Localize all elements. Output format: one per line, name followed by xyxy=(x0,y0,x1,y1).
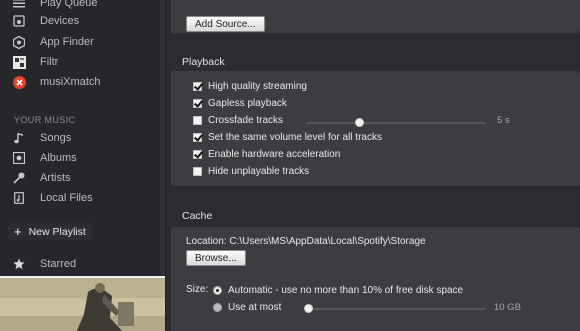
option-label: Automatic - use no more than 10% of free… xyxy=(228,284,464,296)
your-music-heading: YOUR MUSIC xyxy=(14,115,76,125)
new-playlist-button[interactable]: + New Playlist xyxy=(8,223,92,240)
hardware-acceleration-checkbox[interactable] xyxy=(193,149,202,159)
cache-size-label: Size: xyxy=(186,284,209,295)
album-art-image xyxy=(0,278,165,331)
crossfade-slider-track[interactable] xyxy=(306,122,486,124)
sidebar-item-label: musiXmatch xyxy=(40,76,101,88)
playback-section-title: Playback xyxy=(182,56,225,68)
disc-icon xyxy=(12,151,26,165)
microphone-icon xyxy=(12,171,26,185)
sidebar-item-songs[interactable]: Songs xyxy=(0,128,160,148)
sidebar-item-label: Filtr xyxy=(40,56,59,68)
sidebar-item-label: Local Files xyxy=(40,192,93,204)
sidebar-item-app-finder[interactable]: App Finder xyxy=(0,32,160,52)
crossfade-tracks-checkbox[interactable] xyxy=(193,115,202,125)
sidebar-item-devices[interactable]: Devices xyxy=(0,11,160,31)
cache-size-value: 10 GB xyxy=(494,302,521,313)
speaker-icon xyxy=(12,14,26,28)
option-label: Gapless playback xyxy=(208,97,287,109)
hide-unplayable-option[interactable]: Hide unplayable tracks xyxy=(193,164,309,178)
cache-automatic-option[interactable]: Automatic - use no more than 10% of free… xyxy=(213,283,463,297)
high-quality-streaming-option[interactable]: High quality streaming xyxy=(193,79,307,93)
hardware-acceleration-option[interactable]: Enable hardware acceleration xyxy=(193,147,340,161)
add-source-button[interactable]: Add Source... xyxy=(186,16,265,32)
file-icon xyxy=(12,191,26,205)
star-icon xyxy=(12,257,26,271)
gapless-playback-checkbox[interactable] xyxy=(193,98,202,108)
cache-panel: Location: C:\Users\MS\AppData\Local\Spot… xyxy=(171,227,580,331)
sidebar-item-artists[interactable]: Artists xyxy=(0,168,160,188)
cache-use-at-most-option[interactable]: Use at most xyxy=(213,300,281,314)
sidebar-item-label: Songs xyxy=(40,132,72,144)
sidebar-item-label: Devices xyxy=(40,15,80,27)
same-volume-checkbox[interactable] xyxy=(193,132,202,142)
sidebar-item-label: App Finder xyxy=(40,36,94,48)
new-playlist-label: New Playlist xyxy=(28,225,86,238)
playback-panel: High quality streaming Gapless playback … xyxy=(171,71,580,186)
sidebar-item-label: Albums xyxy=(40,152,77,164)
sidebar-item-local-files[interactable]: Local Files xyxy=(0,188,160,208)
hexagon-icon xyxy=(12,35,26,49)
crossfade-value: 5 s xyxy=(497,115,510,126)
cache-size-slider-handle[interactable] xyxy=(304,304,313,313)
option-label: Crossfade tracks xyxy=(208,114,284,126)
local-files-panel: Add Source... xyxy=(171,0,580,33)
sidebar-item-label: Starred xyxy=(40,258,77,270)
option-label: High quality streaming xyxy=(208,80,307,92)
sidebar-item-label: Play Queue xyxy=(40,0,98,9)
option-label: Enable hardware acceleration xyxy=(208,148,341,160)
note-icon xyxy=(12,131,26,145)
settings-pane: Add Source... Playback High quality stre… xyxy=(166,0,580,331)
sidebar-item-filtr[interactable]: Filtr xyxy=(0,52,160,72)
sidebar-item-starred[interactable]: Starred xyxy=(0,254,160,274)
same-volume-option[interactable]: Set the same volume level for all tracks xyxy=(193,130,382,144)
list-icon xyxy=(12,0,26,10)
plus-icon: + xyxy=(14,224,22,239)
use-at-most-radio[interactable] xyxy=(213,302,222,312)
automatic-radio[interactable] xyxy=(213,285,222,295)
crossfade-slider-handle[interactable] xyxy=(355,118,364,127)
sidebar-item-label: Artists xyxy=(40,172,71,184)
sidebar: Play Queue Devices App Finder Filtr musi… xyxy=(0,0,165,331)
option-label: Hide unplayable tracks xyxy=(208,165,310,177)
sidebar-scrollbar[interactable] xyxy=(160,0,165,275)
option-label: Use at most xyxy=(228,301,282,313)
cache-section-title: Cache xyxy=(182,210,213,222)
gapless-playback-option[interactable]: Gapless playback xyxy=(193,96,287,110)
now-playing-album-art[interactable] xyxy=(0,276,165,331)
sidebar-item-musixmatch[interactable]: musiXmatch xyxy=(0,72,160,92)
browse-button[interactable]: Browse... xyxy=(186,250,246,266)
high-quality-streaming-checkbox[interactable] xyxy=(193,81,202,91)
cache-location: Location: C:\Users\MS\AppData\Local\Spot… xyxy=(186,236,426,247)
cache-size-slider-track[interactable] xyxy=(306,308,486,310)
crossfade-tracks-option[interactable]: Crossfade tracks xyxy=(193,113,283,127)
option-label: Set the same volume level for all tracks xyxy=(208,131,382,143)
musixmatch-app-icon xyxy=(12,75,26,89)
filtr-app-icon xyxy=(12,55,26,69)
hide-unplayable-checkbox[interactable] xyxy=(193,166,202,176)
sidebar-item-albums[interactable]: Albums xyxy=(0,148,160,168)
